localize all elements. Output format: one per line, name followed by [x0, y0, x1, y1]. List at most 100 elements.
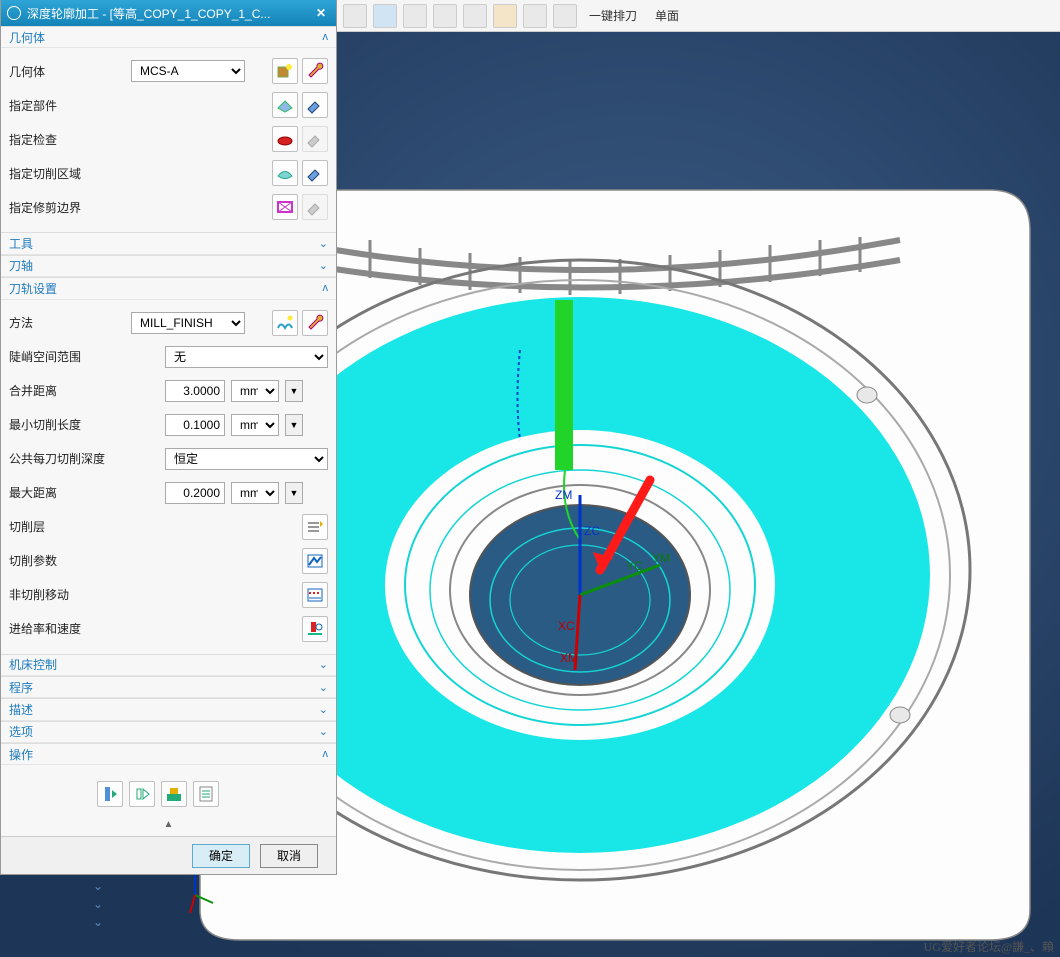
section-description-header[interactable]: 描述 ⌄ [1, 698, 336, 720]
cut-area-icon[interactable] [272, 160, 298, 186]
geometry-label: 几何体 [9, 63, 125, 80]
toolbar-icon[interactable] [493, 4, 517, 28]
section-path-settings-header[interactable]: 刀轨设置 ʌ [1, 277, 336, 299]
cut-levels-icon[interactable] [302, 514, 328, 540]
chevron-down-icon: ⌄ [319, 725, 328, 738]
ok-button[interactable]: 确定 [192, 844, 250, 868]
zlevel-profile-dialog: 深度轮廓加工 - [等高_COPY_1_COPY_1_C... ✕ 几何体 ʌ … [0, 0, 337, 875]
check-geometry-icon[interactable] [272, 126, 298, 152]
toolbar-label-1[interactable]: 一键排刀 [583, 7, 643, 24]
trim-boundary-icon[interactable] [272, 194, 298, 220]
common-depth-select[interactable]: 恒定 [165, 448, 328, 470]
chevron-down-icon: ⌄ [319, 658, 328, 671]
list-toolpath-icon[interactable] [193, 781, 219, 807]
axis-xm-label: XM [560, 651, 578, 665]
cut-levels-label: 切削层 [9, 518, 159, 535]
section-operation-header[interactable]: 操作 ʌ [1, 743, 336, 765]
wrench-icon[interactable] [302, 310, 328, 336]
section-options-header[interactable]: 选项 ⌄ [1, 721, 336, 743]
cut-params-icon[interactable] [302, 548, 328, 574]
chevron-down-icon: ⌄ [319, 681, 328, 694]
chevron-up-icon: ʌ [323, 748, 329, 760]
section-machine-control-label: 机床控制 [9, 656, 57, 673]
chevron-down-icon[interactable]: ⌄ [90, 898, 106, 910]
section-path-settings-body: 方法 MILL_FINISH 陡峭空间范围 无 [1, 300, 336, 654]
axis-ym-label: YM [652, 551, 670, 565]
axis-xc-label: XC [558, 619, 575, 633]
common-depth-label: 公共每刀切削深度 [9, 450, 159, 467]
merge-dist-label: 合并距离 [9, 382, 159, 399]
dialog-collapse-handle[interactable]: ▲ [1, 819, 336, 836]
geometry-new-icon[interactable] [272, 58, 298, 84]
close-icon[interactable]: ✕ [312, 6, 330, 20]
toolbar-icon[interactable] [463, 4, 487, 28]
section-options-label: 选项 [9, 723, 33, 740]
dropdown-arrow-icon[interactable]: ▼ [285, 482, 303, 504]
app-top-toolbar: 一键排刀 单面 [337, 0, 1060, 32]
section-description-label: 描述 [9, 701, 33, 718]
cancel-button[interactable]: 取消 [260, 844, 318, 868]
geometry-select[interactable]: MCS-A [131, 60, 245, 82]
section-tool-axis-label: 刀轴 [9, 257, 33, 274]
section-path-settings-label: 刀轨设置 [9, 280, 57, 297]
flashlight-icon[interactable] [302, 160, 328, 186]
part-geometry-icon[interactable] [272, 92, 298, 118]
steep-select[interactable]: 无 [165, 346, 328, 368]
section-tool-axis-header[interactable]: 刀轴 ⌄ [1, 255, 336, 277]
toolbar-icon[interactable] [523, 4, 547, 28]
specify-check-label: 指定检查 [9, 131, 125, 148]
merge-dist-input[interactable] [165, 380, 225, 402]
chevron-down-icon: ⌄ [319, 259, 328, 272]
min-cut-len-input[interactable] [165, 414, 225, 436]
wrench-icon[interactable] [302, 58, 328, 84]
replay-toolpath-icon[interactable] [129, 781, 155, 807]
method-select[interactable]: MILL_FINISH [131, 312, 245, 334]
chevron-down-icon[interactable]: ⌄ [90, 916, 106, 928]
dialog-footer: 确定 取消 [1, 836, 336, 874]
dropdown-arrow-icon[interactable]: ▼ [285, 380, 303, 402]
merge-dist-unit[interactable]: mm [231, 380, 279, 402]
section-tool-header[interactable]: 工具 ⌄ [1, 232, 336, 254]
toolbar-icon[interactable] [403, 4, 427, 28]
toolbar-icon[interactable] [433, 4, 457, 28]
flashlight-icon[interactable] [302, 92, 328, 118]
section-program-header[interactable]: 程序 ⌄ [1, 676, 336, 698]
specify-trim-boundary-label: 指定修剪边界 [9, 199, 125, 216]
feeds-speeds-icon[interactable] [302, 616, 328, 642]
chevron-up-icon: ʌ [323, 282, 329, 294]
section-machine-control-header[interactable]: 机床控制 ⌄ [1, 654, 336, 676]
chevron-down-icon[interactable]: ⌄ [90, 880, 106, 892]
max-dist-label: 最大距离 [9, 484, 159, 501]
axis-yc-label: YC [626, 559, 643, 573]
verify-toolpath-icon[interactable] [161, 781, 187, 807]
max-dist-input[interactable] [165, 482, 225, 504]
dialog-title: 深度轮廓加工 - [等高_COPY_1_COPY_1_C... [27, 5, 312, 22]
axis-zm-label: ZM [555, 488, 572, 502]
max-dist-unit[interactable]: mm [231, 482, 279, 504]
toolbar-icon[interactable] [373, 4, 397, 28]
flashlight-icon[interactable] [302, 194, 328, 220]
section-geometry-header[interactable]: 几何体 ʌ [1, 26, 336, 48]
chevron-down-icon: ⌄ [319, 703, 328, 716]
flashlight-icon[interactable] [302, 126, 328, 152]
watermark-text: UG爱好者论坛@謙_、賴 [924, 938, 1054, 955]
chevron-up-icon: ʌ [323, 31, 329, 43]
section-geometry-body: 几何体 MCS-A 指定部件 [1, 48, 336, 232]
non-cutting-icon[interactable] [302, 582, 328, 608]
toolbar-icon[interactable] [343, 4, 367, 28]
min-cut-len-unit[interactable]: mm [231, 414, 279, 436]
toolbar-icon[interactable] [553, 4, 577, 28]
non-cutting-label: 非切削移动 [9, 586, 159, 603]
generate-toolpath-icon[interactable] [97, 781, 123, 807]
specify-part-label: 指定部件 [9, 97, 125, 114]
cut-params-label: 切削参数 [9, 552, 159, 569]
section-operation-body [1, 765, 336, 819]
min-cut-len-label: 最小切削长度 [9, 416, 159, 433]
section-program-label: 程序 [9, 679, 33, 696]
chevron-down-icon: ⌄ [319, 237, 328, 250]
dropdown-arrow-icon[interactable]: ▼ [285, 414, 303, 436]
method-inherit-icon[interactable] [272, 310, 298, 336]
feeds-speeds-label: 进给率和速度 [9, 620, 159, 637]
toolbar-label-2[interactable]: 单面 [649, 7, 685, 24]
dialog-titlebar[interactable]: 深度轮廓加工 - [等高_COPY_1_COPY_1_C... ✕ [1, 0, 336, 26]
